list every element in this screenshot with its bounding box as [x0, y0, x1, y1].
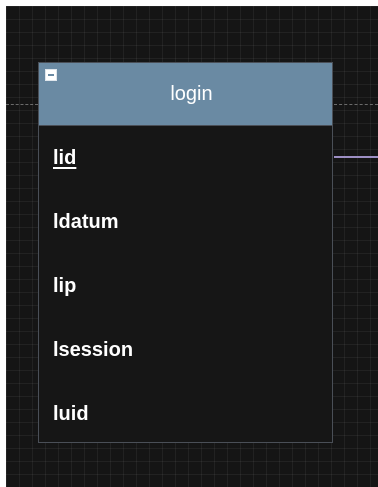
attribute-row[interactable]: lid: [39, 126, 332, 190]
dashed-connector-left: [6, 104, 38, 105]
attribute-row[interactable]: luid: [39, 382, 332, 446]
entity-login[interactable]: login lid ldatum lip lsession luid: [38, 62, 333, 443]
diagram-canvas[interactable]: login lid ldatum lip lsession luid: [6, 6, 378, 487]
relation-line[interactable]: [334, 156, 378, 158]
attribute-name: lip: [53, 275, 77, 297]
attribute-list: lid ldatum lip lsession luid: [39, 126, 332, 446]
attribute-row[interactable]: ldatum: [39, 190, 332, 254]
attribute-name: luid: [53, 403, 89, 425]
attribute-name-primary-key: lid: [53, 147, 77, 169]
attribute-row[interactable]: lip: [39, 254, 332, 318]
attribute-name: ldatum: [53, 211, 119, 233]
attribute-row[interactable]: lsession: [39, 318, 332, 382]
dashed-connector-right: [334, 104, 378, 105]
attribute-name: lsession: [53, 339, 134, 361]
entity-header[interactable]: login: [39, 63, 332, 126]
entity-title: login: [170, 83, 213, 105]
